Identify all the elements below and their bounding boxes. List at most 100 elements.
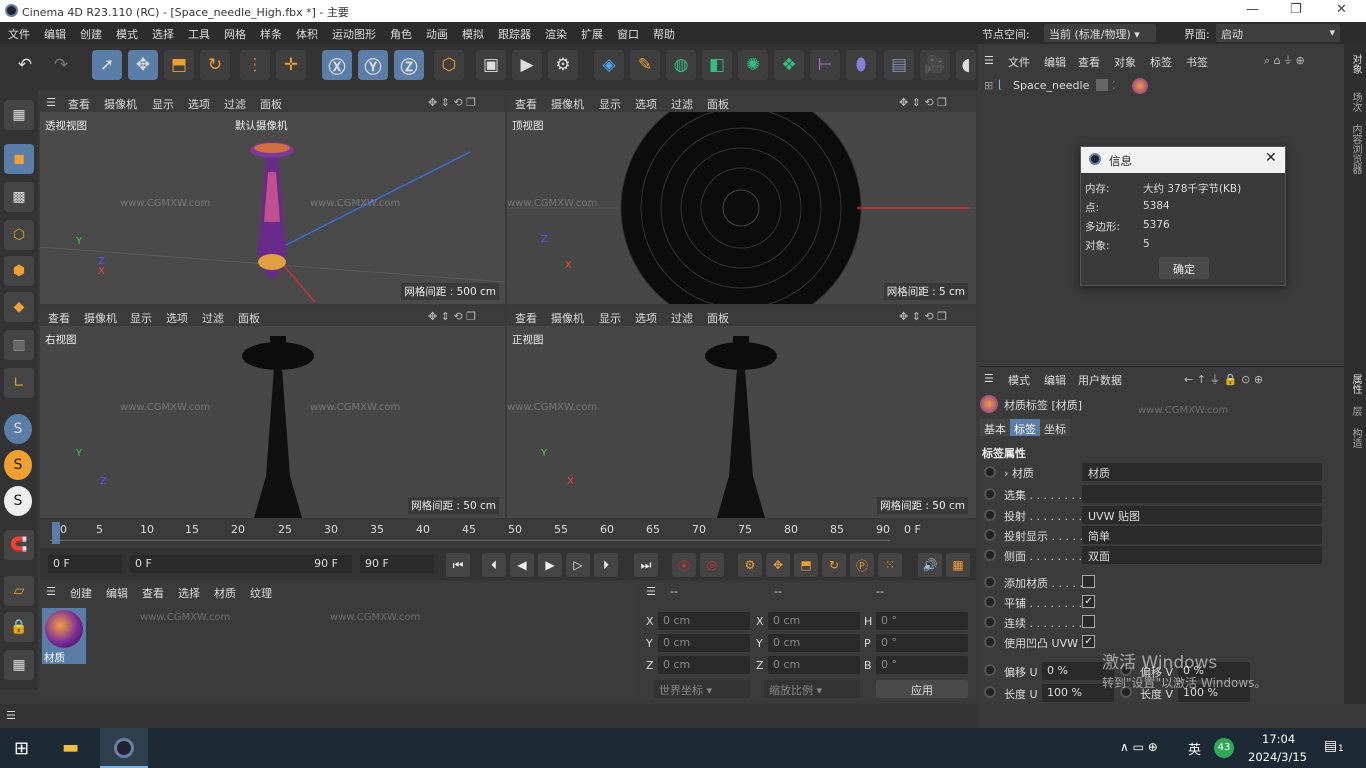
cloner-icon[interactable]: ✺ bbox=[738, 50, 768, 80]
object-menu-tags[interactable]: 标签 bbox=[1150, 54, 1172, 70]
move-icon[interactable]: ✥ bbox=[128, 50, 158, 80]
prop-value[interactable]: 简单 bbox=[1082, 526, 1322, 544]
viewport-nav-icon[interactable]: ✥ ⇕ ⟲ ❐ bbox=[428, 96, 476, 109]
viewport-menu-panel[interactable]: 面板 bbox=[707, 310, 729, 326]
viewport-front[interactable]: 查看 摄像机 显示 选项 过滤 面板 ✥ ⇕ ⟲ ❐ 正视图 网格间距 : 50… bbox=[507, 306, 976, 518]
material-menu-edit[interactable]: 编辑 bbox=[106, 585, 128, 601]
viewport-menu-display[interactable]: 显示 bbox=[152, 96, 174, 112]
key-position-icon[interactable]: ✥ bbox=[766, 553, 790, 577]
grid-icon[interactable]: ▦ bbox=[4, 650, 34, 680]
z-axis-icon[interactable]: Ⓩ bbox=[394, 50, 424, 80]
rotate-icon[interactable]: ↻ bbox=[200, 50, 230, 80]
viewport-right[interactable]: 查看 摄像机 显示 选项 过滤 面板 ✥ ⇕ ⟲ ❐ 右视图 网格间距 : 50… bbox=[40, 306, 505, 518]
snap-settings-icon[interactable]: S bbox=[4, 450, 32, 480]
extrude-icon[interactable]: ◧ bbox=[702, 50, 732, 80]
tile-checkbox[interactable]: ✓ bbox=[1082, 595, 1095, 608]
attribute-menu-icon[interactable]: ☰ bbox=[984, 372, 994, 385]
bump-uvw-checkbox[interactable]: ✓ bbox=[1082, 635, 1095, 648]
clock-time[interactable]: 17:04 bbox=[1262, 732, 1295, 746]
cinema4d-taskbar-button[interactable] bbox=[100, 728, 148, 768]
attribute-menu-mode[interactable]: 模式 bbox=[1008, 372, 1030, 388]
film-icon[interactable]: ▦ bbox=[946, 553, 970, 577]
animate-dot-icon[interactable] bbox=[984, 488, 996, 500]
viewport-menu-panel[interactable]: 面板 bbox=[707, 96, 729, 112]
tab-tag[interactable]: 标签 bbox=[1010, 419, 1040, 436]
prop-projection[interactable]: 投射 . . . . . . . . UVW 贴图 bbox=[978, 505, 1344, 525]
menu-character[interactable]: 角色 bbox=[390, 26, 412, 42]
scale-icon[interactable]: ⬒ bbox=[164, 50, 194, 80]
polygons-mode-icon[interactable]: ◆ bbox=[4, 292, 34, 322]
max-frame-field[interactable]: 90 F bbox=[360, 555, 434, 573]
tab-basic[interactable]: 基本 bbox=[980, 419, 1010, 436]
coord-pos-x-field[interactable]: 0 cm bbox=[658, 612, 750, 630]
animate-dot-icon[interactable] bbox=[984, 636, 996, 648]
model-mode-icon[interactable]: ◼ bbox=[4, 144, 34, 174]
coord-menu-icon[interactable]: ☰ bbox=[646, 585, 656, 598]
material-menu-select[interactable]: 选择 bbox=[178, 585, 200, 601]
menu-spline[interactable]: 样条 bbox=[260, 26, 282, 42]
material-menu-create[interactable]: 创建 bbox=[70, 585, 92, 601]
coord-pos-z-field[interactable]: 0 cm bbox=[658, 656, 750, 674]
add-material-checkbox[interactable] bbox=[1082, 575, 1095, 588]
viewport-nav-icon[interactable]: ✥ ⇕ ⟲ ❐ bbox=[899, 96, 947, 109]
viewport-menu-camera[interactable]: 摄像机 bbox=[551, 310, 584, 326]
edges-mode-icon[interactable]: ⬢ bbox=[4, 256, 34, 286]
pen-icon[interactable]: ✎ bbox=[630, 50, 660, 80]
object-row[interactable]: ⊞ ⌊ Space_needle ⁚ bbox=[978, 76, 1344, 96]
coord-size-y-field[interactable]: 0 cm bbox=[768, 634, 860, 652]
material-thumbnail[interactable]: 材质 bbox=[42, 608, 86, 664]
texture-mode-icon[interactable]: ▩ bbox=[4, 182, 34, 212]
y-axis-icon[interactable]: Ⓨ bbox=[358, 50, 388, 80]
viewport-menu-options[interactable]: 选项 bbox=[635, 96, 657, 112]
object-menu-edit[interactable]: 编辑 bbox=[1044, 54, 1066, 70]
menu-animate[interactable]: 动画 bbox=[426, 26, 448, 42]
tab-coords[interactable]: 坐标 bbox=[1040, 419, 1070, 436]
menu-volume[interactable]: 体积 bbox=[296, 26, 318, 42]
viewport-menu-filter[interactable]: 过滤 bbox=[224, 96, 246, 112]
strip-tab-takes[interactable]: 场次 bbox=[1348, 92, 1363, 112]
viewport-menu-panel[interactable]: 面板 bbox=[238, 310, 260, 326]
material-menu-icon[interactable]: ☰ bbox=[46, 585, 56, 598]
node-space-select[interactable]: 当前 (标准/物理) ▾ bbox=[1044, 24, 1156, 42]
next-frame-icon[interactable]: ▷ bbox=[566, 553, 590, 577]
viewport-menu-display[interactable]: 显示 bbox=[599, 96, 621, 112]
visibility-icon[interactable] bbox=[1096, 79, 1108, 91]
coord-rot-h-field[interactable]: 0 ° bbox=[876, 612, 968, 630]
key-rotation-icon[interactable]: ↻ bbox=[822, 553, 846, 577]
coord-size-z-field[interactable]: 0 cm bbox=[768, 656, 860, 674]
uv-mode-icon[interactable]: ▥ bbox=[4, 330, 34, 360]
sound-icon[interactable]: 🔊 bbox=[918, 553, 942, 577]
animate-dot-icon[interactable] bbox=[984, 664, 996, 676]
tray-icons[interactable]: ∧ ▭ ⊕ bbox=[1120, 740, 1158, 754]
menu-mograph[interactable]: 运动图形 bbox=[332, 26, 376, 42]
prev-key-icon[interactable]: ⏴ bbox=[482, 553, 506, 577]
object-search-icon[interactable]: ⌕ ⌂ ⏚ ⊕ bbox=[1264, 54, 1305, 68]
render-settings-icon[interactable]: ⚙ bbox=[548, 50, 578, 80]
coord-pos-y-field[interactable]: 0 cm bbox=[658, 634, 750, 652]
prev-frame-icon[interactable]: ◀ bbox=[510, 553, 534, 577]
animate-dot-icon[interactable] bbox=[984, 596, 996, 608]
material-menu-material[interactable]: 材质 bbox=[214, 585, 236, 601]
prop-add-material[interactable]: 添加材质 . . . . . bbox=[978, 572, 1344, 592]
move-tool-icon[interactable]: ✛ bbox=[276, 50, 306, 80]
cube-icon[interactable]: ◈ bbox=[594, 50, 624, 80]
tray-badge[interactable]: 43 bbox=[1214, 738, 1234, 758]
viewport-menu-options[interactable]: 选项 bbox=[166, 310, 188, 326]
menu-select[interactable]: 选择 bbox=[152, 26, 174, 42]
animate-dot-icon[interactable] bbox=[984, 549, 996, 561]
animate-dot-icon[interactable] bbox=[984, 576, 996, 588]
select-icon[interactable]: ➚ bbox=[92, 50, 122, 80]
ime-indicator[interactable]: 英 bbox=[1188, 739, 1201, 758]
viewport-menu-camera[interactable]: 摄像机 bbox=[84, 310, 117, 326]
material-tag-icon[interactable] bbox=[1132, 78, 1148, 94]
close-icon[interactable]: ✕ bbox=[1336, 2, 1347, 17]
expand-icon[interactable]: ⊞ bbox=[984, 79, 993, 92]
preview-range-slider[interactable]: 0 F 90 F bbox=[130, 555, 352, 573]
object-menu-view[interactable]: 查看 bbox=[1078, 54, 1100, 70]
bend-icon[interactable]: ⬮ bbox=[846, 50, 876, 80]
viewport-menu-filter[interactable]: 过滤 bbox=[202, 310, 224, 326]
prop-side[interactable]: 侧面 . . . . . . . . 双面 bbox=[978, 545, 1344, 565]
subdivision-icon[interactable]: ◍ bbox=[666, 50, 696, 80]
coord-size-x-field[interactable]: 0 cm bbox=[768, 612, 860, 630]
attribute-nav-icon[interactable]: ← ↑ ⏚ 🔒 ⊙ ⊕ bbox=[1184, 371, 1263, 387]
